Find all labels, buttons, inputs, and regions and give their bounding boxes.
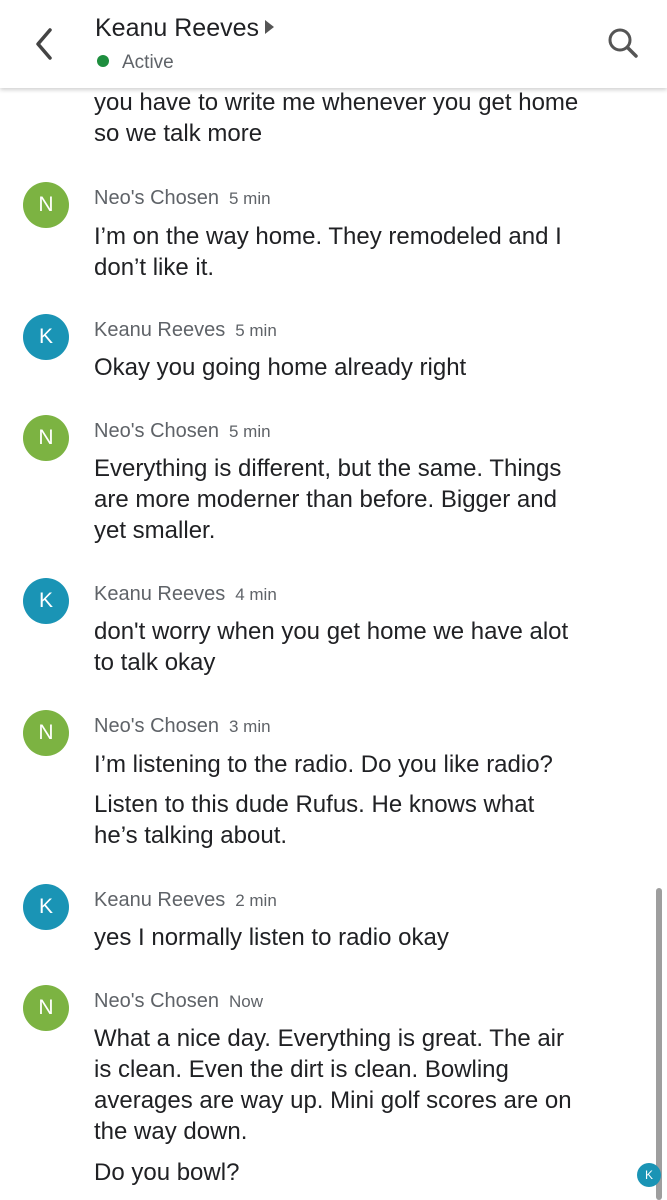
- message-line: to talk okay: [94, 649, 216, 676]
- message-line: Okay you going home already right: [94, 354, 467, 381]
- message-line: is clean. Even the dirt is clean. Bowlin…: [94, 1056, 509, 1083]
- message-header: Neo's Chosen 3 min: [94, 715, 271, 738]
- search-button[interactable]: [604, 24, 644, 64]
- message-line: I’m listening to the radio. Do you like …: [94, 751, 553, 778]
- avatar[interactable]: N: [23, 182, 69, 228]
- message-line: yet smaller.: [94, 517, 216, 544]
- message-text[interactable]: I’m on the way home. They remodeled and …: [94, 221, 634, 283]
- chevron-left-icon: [36, 28, 52, 60]
- message-line: don’t like it.: [94, 254, 215, 281]
- message-line: I’m on the way home. They remodeled and …: [94, 223, 562, 250]
- sender-name: Neo's Chosen: [94, 990, 219, 1012]
- avatar[interactable]: N: [23, 415, 69, 461]
- message-text[interactable]: I’m listening to the radio. Do you like …: [94, 749, 634, 780]
- search-icon: [608, 28, 638, 58]
- timestamp: 3 min: [229, 717, 271, 736]
- message-text[interactable]: yes I normally listen to radio okay: [94, 922, 634, 953]
- avatar[interactable]: N: [23, 985, 69, 1031]
- message-text[interactable]: Do you bowl?: [94, 1157, 634, 1188]
- contact-name-button[interactable]: Keanu Reeves: [95, 14, 275, 43]
- message-text[interactable]: Listen to this dude Rufus. He knows what…: [94, 789, 634, 851]
- timestamp: 5 min: [229, 189, 271, 208]
- sender-name: Neo's Chosen: [94, 715, 219, 737]
- message-line: Listen to this dude Rufus. He knows what: [94, 791, 535, 818]
- message-header: Neo's Chosen 5 min: [94, 420, 271, 443]
- status-label: Active: [122, 52, 174, 73]
- message-line: you have to write me whenever you get ho…: [94, 89, 579, 116]
- message-text[interactable]: don't worry when you get home we have al…: [94, 616, 634, 678]
- sender-name: Keanu Reeves: [94, 319, 226, 341]
- sender-name: Keanu Reeves: [94, 889, 226, 911]
- message-header: Neo's Chosen Now: [94, 990, 263, 1013]
- message-header: Keanu Reeves 2 min: [94, 889, 277, 912]
- message-text: you have to write me whenever you get ho…: [94, 87, 634, 149]
- status-dot-icon: [97, 54, 109, 67]
- message-line: the way down.: [94, 1118, 248, 1145]
- avatar[interactable]: K: [23, 314, 69, 360]
- message-line: What a nice day. Everything is great. Th…: [94, 1025, 565, 1052]
- message-header: Neo's Chosen 5 min: [94, 187, 271, 210]
- timestamp: 2 min: [235, 891, 277, 910]
- message-line: yes I normally listen to radio okay: [94, 924, 449, 951]
- message-line: so we talk more: [94, 120, 263, 147]
- message-line: averages are way up. Mini golf scores ar…: [94, 1087, 572, 1114]
- message-line: Everything is different, but the same. T…: [94, 455, 562, 482]
- message-header: Keanu Reeves 4 min: [94, 583, 277, 606]
- timestamp: 5 min: [235, 321, 277, 340]
- message-text[interactable]: Okay you going home already right: [94, 352, 634, 383]
- avatar[interactable]: K: [23, 884, 69, 930]
- message-line: are more moderner than before. Bigger an…: [94, 486, 557, 513]
- presence-status: Active: [97, 52, 174, 74]
- timestamp: 4 min: [235, 585, 277, 604]
- read-receipt-avatar: K: [637, 1163, 661, 1187]
- message-list[interactable]: you have to write me whenever you get ho…: [0, 0, 667, 1200]
- message-header: Keanu Reeves 5 min: [94, 319, 277, 342]
- sender-name: Neo's Chosen: [94, 420, 219, 442]
- sender-name: Neo's Chosen: [94, 187, 219, 209]
- caret-right-icon: [265, 20, 275, 35]
- scrollbar[interactable]: [656, 888, 662, 1200]
- message-text[interactable]: Everything is different, but the same. T…: [94, 453, 634, 546]
- avatar[interactable]: K: [23, 578, 69, 624]
- back-button[interactable]: [22, 18, 66, 70]
- timestamp: Now: [229, 992, 264, 1011]
- message-line: don't worry when you get home we have al…: [94, 618, 569, 645]
- chat-header: Keanu Reeves Active: [0, 0, 667, 88]
- avatar[interactable]: N: [23, 710, 69, 756]
- contact-name: Keanu Reeves: [95, 14, 260, 42]
- sender-name: Keanu Reeves: [94, 583, 226, 605]
- message-line: Do you bowl?: [94, 1159, 240, 1186]
- timestamp: 5 min: [229, 422, 271, 441]
- message-text[interactable]: What a nice day. Everything is great. Th…: [94, 1023, 634, 1147]
- message-line: he’s talking about.: [94, 822, 288, 849]
